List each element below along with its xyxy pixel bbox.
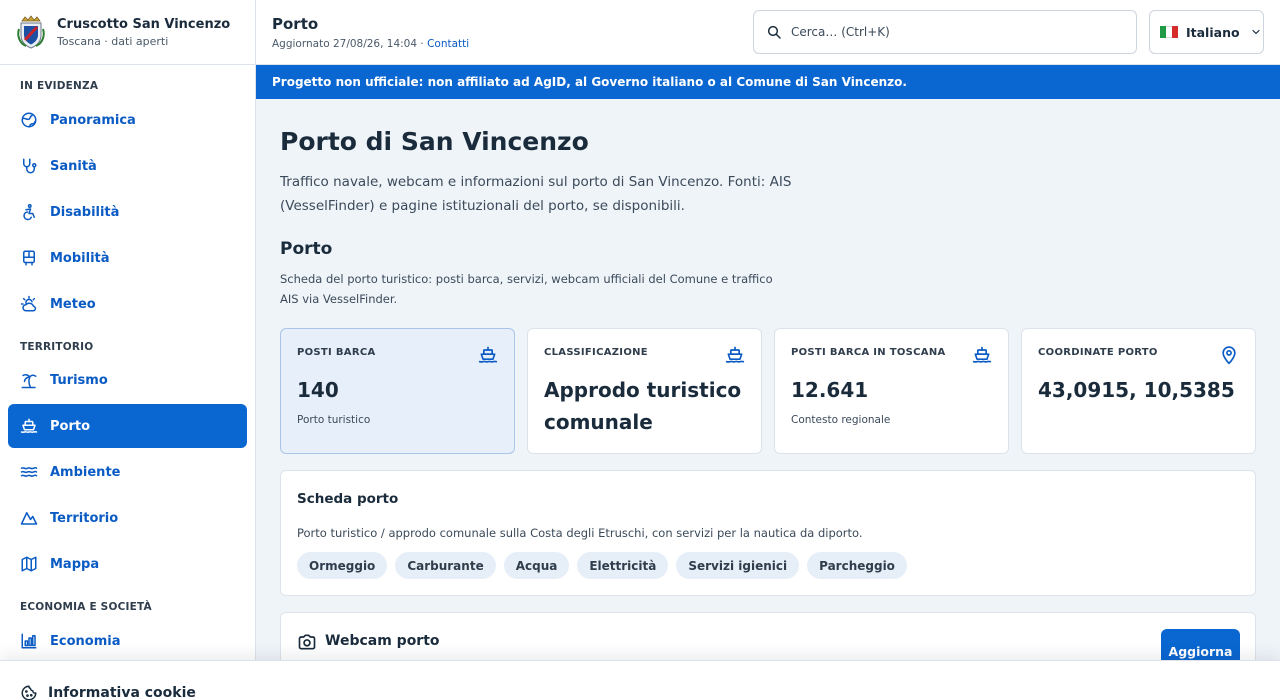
italy-flag-icon xyxy=(1160,26,1178,38)
contacts-link[interactable]: Contatti xyxy=(427,38,469,50)
card-value: 43,0915, 10,5385 xyxy=(1038,378,1235,402)
camera-icon xyxy=(297,632,317,652)
stat-card-classificazione: CLASSIFICAZIONE Approdo turistico comuna… xyxy=(527,328,762,454)
sidebar-item-label: Economia xyxy=(50,633,121,649)
card-label: POSTI BARCA xyxy=(297,347,376,358)
service-chip: Acqua xyxy=(503,552,570,579)
sidebar-item-mobilita[interactable]: Mobilità xyxy=(8,236,247,280)
map-icon xyxy=(20,555,38,573)
brand-subtitle: Toscana · dati aperti xyxy=(57,34,169,48)
disclaimer-banner: Progetto non ufficiale: non affiliato ad… xyxy=(256,65,1280,99)
card-label: POSTI BARCA IN TOSCANA xyxy=(791,347,946,358)
nav-section-economia: ECONOMIA E SOCIETÀ xyxy=(20,601,152,613)
brand-title: Cruscotto San Vincenzo xyxy=(57,16,231,32)
coat-of-arms-logo xyxy=(17,15,45,49)
search-box[interactable] xyxy=(753,10,1137,54)
sidebar-item-mappa[interactable]: Mappa xyxy=(8,542,247,586)
ship-icon xyxy=(20,417,38,435)
nav-section-territorio: TERRITORIO xyxy=(20,341,94,353)
ship-icon xyxy=(725,345,745,365)
bus-icon xyxy=(20,249,38,267)
sidebar-item-label: Mappa xyxy=(50,556,100,572)
language-selector[interactable]: Italiano xyxy=(1149,10,1264,54)
services-chips: Ormeggio Carburante Acqua Elettricità Se… xyxy=(297,552,907,579)
scheda-description: Porto turistico / approdo comunale sulla… xyxy=(297,526,863,540)
chevron-down-icon xyxy=(1251,29,1260,35)
page-title: Porto di San Vincenzo xyxy=(280,127,589,156)
nav-section-in-evidenza: IN EVIDENZA xyxy=(20,80,99,92)
card-value: Approdo turistico comunale xyxy=(544,378,742,434)
sun-cloud-icon xyxy=(20,295,38,313)
sidebar-item-territorio[interactable]: Territorio xyxy=(8,496,247,540)
sidebar-item-label: Disabilità xyxy=(50,204,120,220)
search-input[interactable] xyxy=(791,25,1111,39)
scheda-porto-panel: Scheda porto Porto turistico / approdo c… xyxy=(280,470,1256,596)
sidebar-item-turismo[interactable]: Turismo xyxy=(8,358,247,402)
section-title: Porto xyxy=(280,239,333,259)
service-chip: Parcheggio xyxy=(807,552,907,579)
stat-card-posti-barca[interactable]: POSTI BARCA 140 Porto turistico xyxy=(280,328,515,454)
header-title: Porto xyxy=(272,15,319,33)
sidebar-item-sanita[interactable]: Sanità xyxy=(8,144,247,188)
sidebar-item-economia[interactable]: Economia xyxy=(8,619,247,663)
sidebar-item-disabilita[interactable]: Disabilità xyxy=(8,190,247,234)
cookie-title: Informativa cookie xyxy=(48,685,196,700)
main-content: Porto di San Vincenzo Traffico navale, w… xyxy=(256,99,1280,660)
cookie-notice: Informativa cookie xyxy=(0,660,1280,700)
sidebar-item-label: Turismo xyxy=(50,372,108,388)
sidebar-item-label: Sanità xyxy=(50,158,97,174)
ship-icon xyxy=(478,345,498,365)
waves-icon xyxy=(20,463,38,481)
card-value: 140 xyxy=(297,378,339,402)
brand[interactable]: Cruscotto San Vincenzo Toscana · dati ap… xyxy=(0,0,255,65)
updated-timestamp: Aggiornato 27/08/26, 14:04 · xyxy=(272,38,428,50)
stat-card-coordinate: COORDINATE PORTO 43,0915, 10,5385 xyxy=(1021,328,1256,454)
ship-icon xyxy=(972,345,992,365)
map-pin-icon xyxy=(1219,345,1239,365)
palm-tree-icon xyxy=(20,371,38,389)
page-description: Traffico navale, webcam e informazioni s… xyxy=(280,174,792,214)
sidebar-item-label: Meteo xyxy=(50,296,96,312)
globe-icon xyxy=(20,111,38,129)
card-note: Contesto regionale xyxy=(791,414,891,426)
sidebar-item-label: Territorio xyxy=(50,510,119,526)
sidebar-item-porto[interactable]: Porto xyxy=(8,404,247,448)
header-updated: Aggiornato 27/08/26, 14:04 · Contatti xyxy=(272,38,469,50)
search-icon xyxy=(767,25,781,39)
chart-icon xyxy=(20,632,38,650)
card-value: 12.641 xyxy=(791,378,869,402)
sidebar-item-panoramica[interactable]: Panoramica xyxy=(8,98,247,142)
refresh-button[interactable]: Aggiorna xyxy=(1161,629,1240,660)
stethoscope-icon xyxy=(20,157,38,175)
language-label: Italiano xyxy=(1186,24,1240,40)
sidebar-item-label: Panoramica xyxy=(50,112,136,128)
sidebar-item-label: Porto xyxy=(50,418,91,434)
mountain-icon xyxy=(20,509,38,527)
sidebar-item-label: Mobilità xyxy=(50,250,110,266)
sidebar-item-meteo[interactable]: Meteo xyxy=(8,282,247,326)
service-chip: Elettricità xyxy=(577,552,669,579)
webcam-title: Webcam porto xyxy=(325,633,440,649)
sidebar: Cruscotto San Vincenzo Toscana · dati ap… xyxy=(0,0,256,700)
stat-card-posti-toscana: POSTI BARCA IN TOSCANA 12.641 Contesto r… xyxy=(774,328,1009,454)
accessibility-icon xyxy=(20,203,38,221)
service-chip: Carburante xyxy=(395,552,496,579)
card-note: Porto turistico xyxy=(297,414,371,426)
top-header: Porto Aggiornato 27/08/26, 14:04 · Conta… xyxy=(256,0,1280,65)
card-label: COORDINATE PORTO xyxy=(1038,347,1158,358)
service-chip: Ormeggio xyxy=(297,552,388,579)
sidebar-item-label: Ambiente xyxy=(50,464,121,480)
section-description: Scheda del porto turistico: posti barca,… xyxy=(280,272,773,306)
card-label: CLASSIFICAZIONE xyxy=(544,347,648,358)
cookie-icon xyxy=(20,684,38,700)
scheda-title: Scheda porto xyxy=(297,491,399,507)
service-chip: Servizi igienici xyxy=(676,552,800,579)
sidebar-item-ambiente[interactable]: Ambiente xyxy=(8,450,247,494)
webcam-panel: Webcam porto Aggiorna xyxy=(280,612,1256,660)
